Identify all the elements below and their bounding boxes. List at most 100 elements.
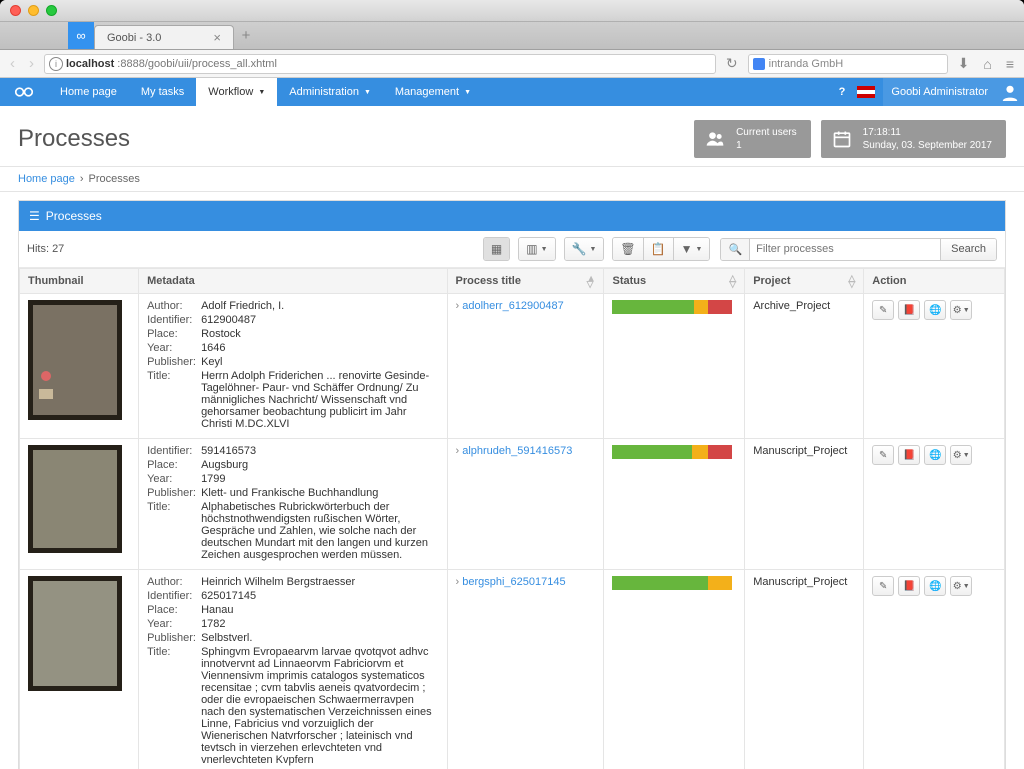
settings-button[interactable]: ⚙ ▼ bbox=[950, 576, 972, 596]
chevron-down-icon: ▼ bbox=[364, 89, 371, 96]
book-button[interactable]: 📕 bbox=[898, 445, 920, 465]
metadata-row: Place:Hanau bbox=[147, 604, 438, 616]
filter-box: 🔍 Search bbox=[720, 238, 997, 261]
language-flag-icon[interactable] bbox=[857, 86, 875, 98]
back-icon[interactable]: ‹ bbox=[6, 55, 19, 72]
book-button[interactable]: 📕 bbox=[898, 576, 920, 596]
browser-search[interactable]: intranda GmbH bbox=[748, 54, 948, 74]
forward-icon[interactable]: › bbox=[25, 55, 38, 72]
col-project[interactable]: Project△▽ bbox=[745, 269, 864, 294]
help-icon[interactable]: ? bbox=[831, 78, 854, 106]
filter-input[interactable] bbox=[750, 239, 940, 260]
thumbnail-image[interactable] bbox=[28, 445, 122, 553]
address-bar[interactable]: i localhost:8888/goobi/uii/process_all.x… bbox=[44, 54, 716, 74]
browser-tabbar: ∞ Goobi - 3.0 × + bbox=[0, 22, 1024, 50]
col-status[interactable]: Status△▽ bbox=[604, 269, 745, 294]
metadata-value: Sphingvm Evropaearvm larvae qvotqvot adh… bbox=[201, 646, 438, 766]
new-tab-button[interactable]: + bbox=[234, 22, 258, 49]
project-cell: Archive_Project bbox=[745, 294, 864, 439]
google-icon bbox=[753, 58, 765, 70]
metadata-value: 1799 bbox=[201, 473, 438, 485]
home-icon[interactable]: ⌂ bbox=[979, 56, 995, 72]
metadata-row: Place:Augsburg bbox=[147, 459, 438, 471]
process-title-link[interactable]: adolherr_612900487 bbox=[462, 300, 564, 312]
edit-button[interactable]: ✎ bbox=[872, 300, 894, 320]
metadata-row: Author:Adolf Friedrich, I. bbox=[147, 300, 438, 312]
delete-button[interactable]: 🗑 bbox=[613, 238, 643, 260]
table-row: Author:Heinrich Wilhelm Bergstraesser Ide… bbox=[20, 570, 1005, 769]
process-title-link[interactable]: alphrudeh_591416573 bbox=[462, 445, 572, 457]
globe-button[interactable]: 🌐 bbox=[924, 445, 946, 465]
settings-button[interactable]: ⚙ ▼ bbox=[950, 300, 972, 320]
metadata-row: Identifier:612900487 bbox=[147, 314, 438, 326]
nav-workflow[interactable]: Workflow ▼ bbox=[196, 78, 277, 106]
settings-button[interactable]: ⚙ ▼ bbox=[950, 445, 972, 465]
metadata-value: Hanau bbox=[201, 604, 438, 616]
list-icon: ☰ bbox=[29, 209, 40, 223]
metadata-value: 612900487 bbox=[201, 314, 438, 326]
refresh-icon[interactable]: ↻ bbox=[722, 55, 742, 72]
tools-button[interactable]: 🔧 ▼ bbox=[565, 238, 604, 260]
user-name[interactable]: Goobi Administrator bbox=[883, 78, 996, 106]
browser-tab[interactable]: Goobi - 3.0 × bbox=[94, 25, 234, 49]
app-logo[interactable] bbox=[0, 78, 48, 106]
metadata-key: Title: bbox=[147, 370, 201, 430]
metadata-value: Rostock bbox=[201, 328, 438, 340]
nav-management[interactable]: Management ▼ bbox=[383, 78, 483, 106]
metadata-cell: Identifier:591416573Place:AugsburgYear:1… bbox=[139, 439, 447, 570]
metadata-value: Herrn Adolph Friderichen ... renovirte G… bbox=[201, 370, 438, 430]
current-users-count: 1 bbox=[736, 139, 797, 152]
chevron-right-icon[interactable]: › bbox=[456, 445, 460, 457]
metadata-row: Identifier:625017145 bbox=[147, 590, 438, 602]
table-row: Author:Adolf Friedrich, I. Identifier:61… bbox=[20, 294, 1005, 439]
globe-button[interactable]: 🌐 bbox=[924, 576, 946, 596]
edit-button[interactable]: ✎ bbox=[872, 576, 894, 596]
chevron-right-icon[interactable]: › bbox=[456, 576, 460, 588]
columns-button[interactable]: ▥ ▼ bbox=[519, 238, 554, 260]
metadata-key: Identifier: bbox=[147, 314, 201, 326]
window-titlebar bbox=[0, 0, 1024, 22]
col-process-title[interactable]: Process title▲▽ bbox=[447, 269, 604, 294]
status-bar bbox=[612, 300, 732, 314]
current-time: 17:18:11 bbox=[863, 126, 992, 139]
metadata-cell: Author:Adolf Friedrich, I. Identifier:61… bbox=[139, 294, 447, 439]
processes-table: Thumbnail Metadata Process title▲▽ Statu… bbox=[19, 268, 1005, 769]
metadata-row: Publisher:Keyl bbox=[147, 356, 438, 368]
metadata-value: Selbstverl. bbox=[201, 632, 438, 644]
table-row: Identifier:591416573Place:AugsburgYear:1… bbox=[20, 439, 1005, 570]
search-button[interactable]: Search bbox=[940, 239, 996, 260]
hits-count: Hits: 27 bbox=[27, 243, 475, 255]
copy-button[interactable]: 📋 bbox=[644, 238, 674, 260]
metadata-row: Title:Sphingvm Evropaearvm larvae qvotqv… bbox=[147, 646, 438, 766]
user-avatar-icon[interactable] bbox=[996, 78, 1024, 106]
process-title-link[interactable]: bergsphi_625017145 bbox=[462, 576, 565, 588]
globe-button[interactable]: 🌐 bbox=[924, 300, 946, 320]
metadata-key: Place: bbox=[147, 328, 201, 340]
metadata-row: Author:Heinrich Wilhelm Bergstraesser bbox=[147, 576, 438, 588]
edit-button[interactable]: ✎ bbox=[872, 445, 894, 465]
book-button[interactable]: 📕 bbox=[898, 300, 920, 320]
chevron-right-icon[interactable]: › bbox=[456, 300, 460, 312]
site-info-icon[interactable]: i bbox=[49, 57, 63, 71]
window-close-button[interactable] bbox=[10, 5, 21, 16]
window-minimize-button[interactable] bbox=[28, 5, 39, 16]
metadata-key: Identifier: bbox=[147, 590, 201, 602]
nav-mytasks[interactable]: My tasks bbox=[129, 78, 196, 106]
metadata-cell: Author:Heinrich Wilhelm Bergstraesser Ide… bbox=[139, 570, 447, 769]
nav-home[interactable]: Home page bbox=[48, 78, 129, 106]
menu-icon[interactable]: ≡ bbox=[1002, 56, 1018, 72]
metadata-key: Publisher: bbox=[147, 356, 201, 368]
nav-administration[interactable]: Administration ▼ bbox=[277, 78, 383, 106]
grid-view-button[interactable]: ▦ bbox=[484, 238, 509, 260]
window-maximize-button[interactable] bbox=[46, 5, 57, 16]
download-icon[interactable]: ⬇ bbox=[954, 55, 974, 72]
filter-button[interactable]: ▼ ▼ bbox=[674, 238, 710, 260]
url-path: :8888/goobi/uii/process_all.xhtml bbox=[117, 58, 277, 70]
metadata-key: Author: bbox=[147, 576, 201, 588]
app-favicon: ∞ bbox=[68, 22, 94, 49]
thumbnail-image[interactable] bbox=[28, 576, 122, 691]
thumbnail-image[interactable] bbox=[28, 300, 122, 420]
tab-close-icon[interactable]: × bbox=[213, 30, 221, 45]
project-cell: Manuscript_Project bbox=[745, 570, 864, 769]
breadcrumb-home[interactable]: Home page bbox=[18, 173, 75, 185]
